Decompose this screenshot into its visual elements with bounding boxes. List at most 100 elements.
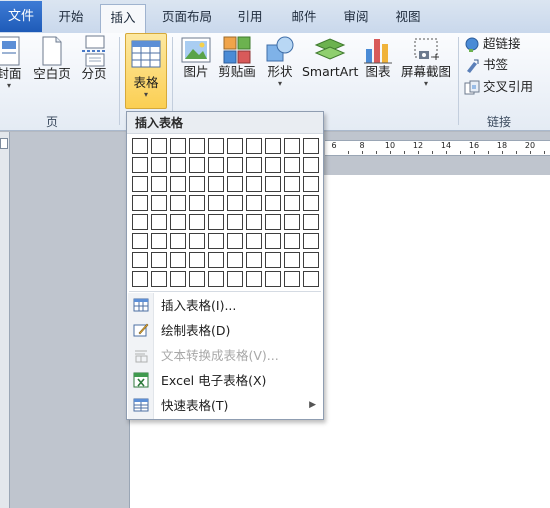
page-break-button[interactable]: 分页	[79, 35, 109, 81]
table-grid-cell[interactable]	[170, 233, 186, 249]
table-grid-cell[interactable]	[265, 271, 281, 287]
table-grid-cell[interactable]	[132, 252, 148, 268]
table-grid-cell[interactable]	[170, 138, 186, 154]
tab-page-layout[interactable]: 页面布局	[155, 4, 219, 33]
table-grid-cell[interactable]	[151, 157, 167, 173]
table-grid-cell[interactable]	[246, 271, 262, 287]
table-grid-cell[interactable]	[132, 138, 148, 154]
table-grid-cell[interactable]	[208, 252, 224, 268]
table-grid-cell[interactable]	[170, 271, 186, 287]
table-grid-cell[interactable]	[265, 157, 281, 173]
menu-item-quick-tables[interactable]: 快速表格(T) ▶	[128, 393, 324, 418]
menu-item-insert-table[interactable]: 插入表格(I)...	[128, 293, 324, 318]
table-grid-cell[interactable]	[132, 271, 148, 287]
table-grid-cell[interactable]	[189, 157, 205, 173]
table-grid-cell[interactable]	[189, 214, 205, 230]
table-grid-cell[interactable]	[303, 157, 319, 173]
table-grid-cell[interactable]	[170, 252, 186, 268]
table-grid-cell[interactable]	[284, 214, 300, 230]
smartart-button[interactable]: SmartArt	[302, 35, 358, 79]
table-grid-cell[interactable]	[227, 214, 243, 230]
table-grid-cell[interactable]	[246, 176, 262, 192]
table-grid-cell[interactable]	[303, 195, 319, 211]
table-grid-cell[interactable]	[132, 195, 148, 211]
table-grid-cell[interactable]	[227, 195, 243, 211]
table-grid-cell[interactable]	[246, 195, 262, 211]
table-grid-cell[interactable]	[170, 176, 186, 192]
table-grid-cell[interactable]	[208, 176, 224, 192]
table-grid-cell[interactable]	[208, 195, 224, 211]
table-grid-cell[interactable]	[303, 271, 319, 287]
table-grid-cell[interactable]	[170, 157, 186, 173]
table-grid-cell[interactable]	[170, 214, 186, 230]
table-grid-cell[interactable]	[265, 214, 281, 230]
tab-references[interactable]: 引用	[228, 4, 272, 33]
tab-review[interactable]: 审阅	[334, 4, 378, 33]
chart-button[interactable]: 图表	[363, 35, 393, 79]
table-grid-cell[interactable]	[284, 138, 300, 154]
table-grid-cell[interactable]	[208, 214, 224, 230]
table-grid-cell[interactable]	[303, 214, 319, 230]
blank-page-button[interactable]: 空白页	[32, 35, 72, 81]
table-grid-cell[interactable]	[246, 252, 262, 268]
table-grid-cell[interactable]	[284, 271, 300, 287]
table-grid-cell[interactable]	[246, 138, 262, 154]
table-grid-cell[interactable]	[151, 176, 167, 192]
table-grid-cell[interactable]	[227, 138, 243, 154]
table-grid-cell[interactable]	[303, 138, 319, 154]
table-grid-cell[interactable]	[208, 233, 224, 249]
table-grid-cell[interactable]	[284, 176, 300, 192]
table-grid-cell[interactable]	[208, 271, 224, 287]
table-button[interactable]: 表格 ▾	[125, 33, 167, 109]
picture-button[interactable]: 图片	[180, 35, 212, 79]
table-grid-cell[interactable]	[303, 252, 319, 268]
table-grid-cell[interactable]	[227, 176, 243, 192]
table-grid-cell[interactable]	[208, 157, 224, 173]
ruler-tab-selector[interactable]	[0, 138, 8, 149]
tab-home[interactable]: 开始	[48, 4, 94, 33]
table-grid-cell[interactable]	[170, 195, 186, 211]
table-grid-cell[interactable]	[246, 157, 262, 173]
table-grid-cell[interactable]	[151, 138, 167, 154]
table-grid-cell[interactable]	[265, 233, 281, 249]
table-grid-cell[interactable]	[246, 214, 262, 230]
table-grid-cell[interactable]	[208, 138, 224, 154]
table-grid-cell[interactable]	[284, 195, 300, 211]
table-grid-cell[interactable]	[246, 233, 262, 249]
table-grid-cell[interactable]	[284, 252, 300, 268]
menu-item-draw-table[interactable]: 绘制表格(D)	[128, 318, 324, 343]
menu-item-convert-text[interactable]: 文本转换成表格(V)...	[128, 343, 324, 368]
table-grid-cell[interactable]	[227, 157, 243, 173]
table-grid-cell[interactable]	[227, 252, 243, 268]
clipart-button[interactable]: 剪贴画	[218, 35, 256, 79]
table-grid-cell[interactable]	[151, 252, 167, 268]
cover-page-button[interactable]: 封面 ▾	[0, 35, 24, 91]
table-grid-cell[interactable]	[151, 214, 167, 230]
table-grid-cell[interactable]	[303, 233, 319, 249]
table-grid-cell[interactable]	[189, 195, 205, 211]
table-size-grid[interactable]	[132, 138, 319, 287]
table-grid-cell[interactable]	[132, 214, 148, 230]
horizontal-ruler[interactable]: 6 8 10 12 14 16 18 20	[325, 140, 550, 156]
table-grid-cell[interactable]	[265, 138, 281, 154]
table-grid-cell[interactable]	[189, 252, 205, 268]
table-grid-cell[interactable]	[227, 271, 243, 287]
table-grid-cell[interactable]	[303, 176, 319, 192]
table-grid-cell[interactable]	[132, 233, 148, 249]
tab-file[interactable]: 文件	[0, 1, 42, 32]
cross-reference-button[interactable]: 交叉引用	[464, 77, 533, 97]
shapes-button[interactable]: 形状 ▾	[264, 35, 296, 89]
table-grid-cell[interactable]	[284, 157, 300, 173]
table-grid-cell[interactable]	[151, 271, 167, 287]
table-grid-cell[interactable]	[227, 233, 243, 249]
menu-item-excel-spreadsheet[interactable]: Excel 电子表格(X)	[128, 368, 324, 393]
table-grid-cell[interactable]	[132, 176, 148, 192]
screenshot-button[interactable]: 屏幕截图 ▾	[400, 35, 452, 89]
table-grid-cell[interactable]	[265, 252, 281, 268]
table-grid-cell[interactable]	[265, 195, 281, 211]
tab-view[interactable]: 视图	[386, 4, 430, 33]
tab-insert[interactable]: 插入	[100, 4, 146, 33]
table-grid-cell[interactable]	[284, 233, 300, 249]
table-grid-cell[interactable]	[265, 176, 281, 192]
table-grid-cell[interactable]	[151, 233, 167, 249]
